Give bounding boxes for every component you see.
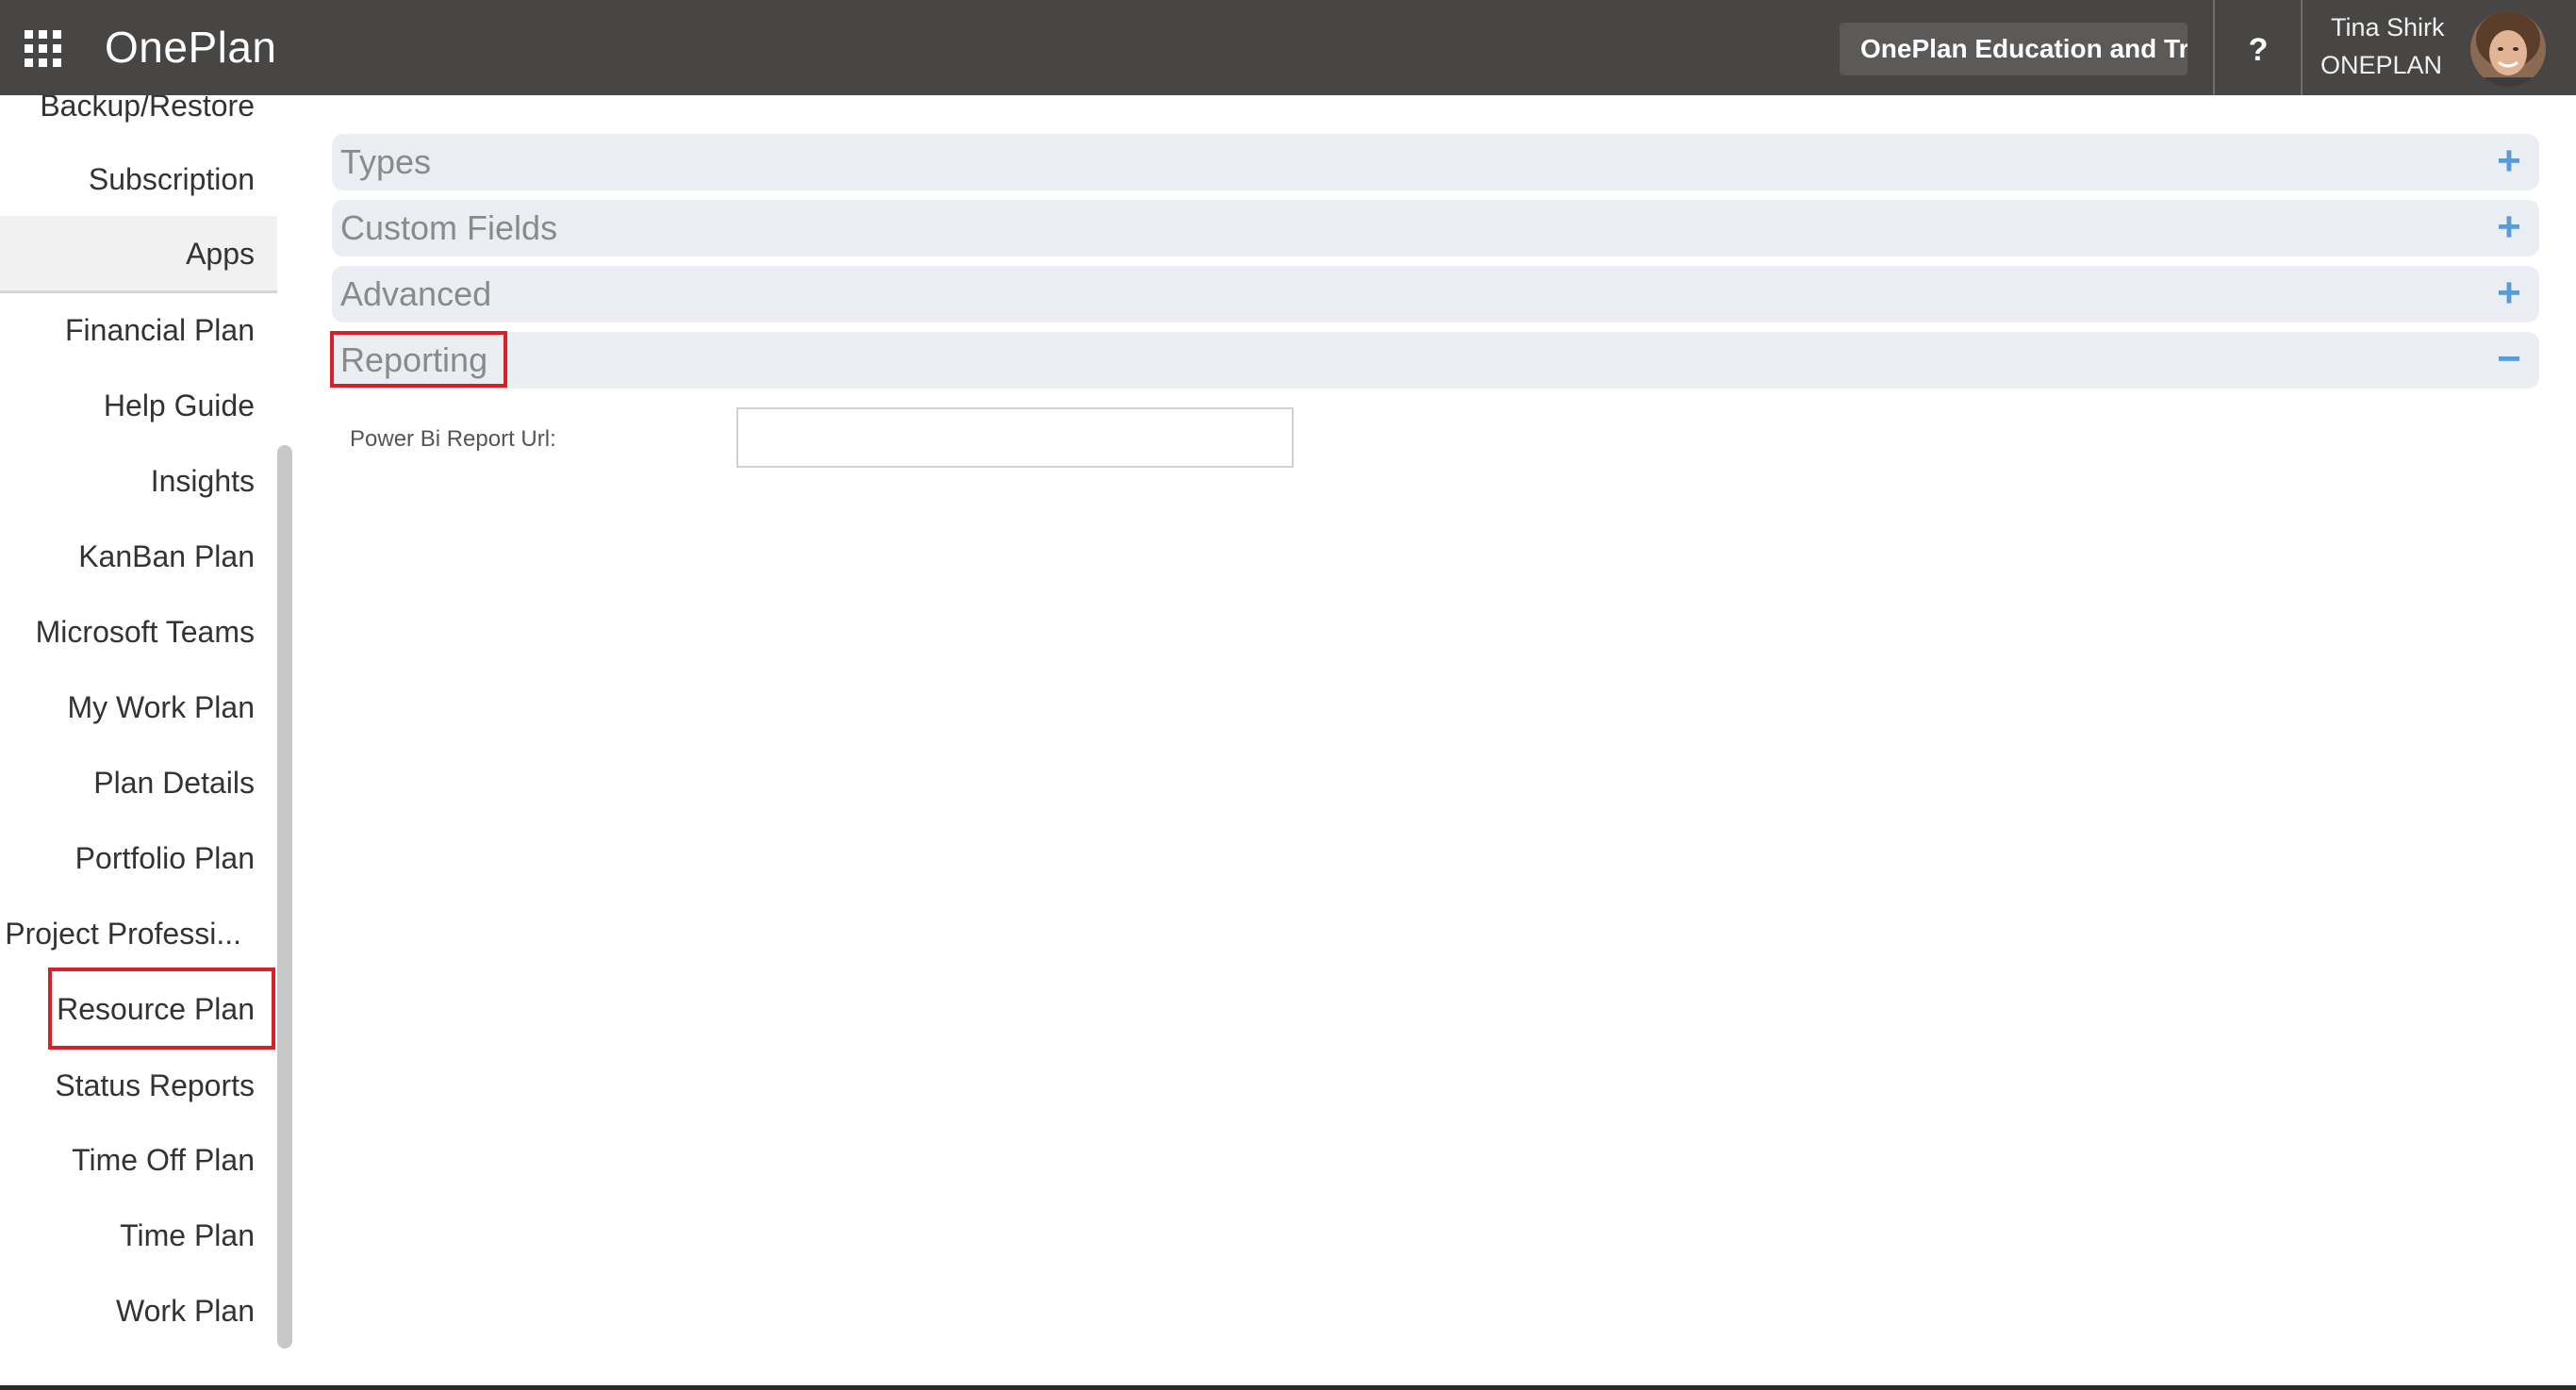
window-bottom-edge (0, 1385, 2576, 1390)
sidebar-item-time-plan[interactable]: Time Plan (120, 1215, 255, 1256)
header-divider (2301, 0, 2303, 95)
power-bi-url-label: Power Bi Report Url: (350, 426, 556, 452)
section-title: Advanced (340, 274, 492, 313)
settings-sidebar: Backup/Restore Subscription Apps Financi… (0, 95, 292, 1390)
avatar[interactable] (2470, 11, 2546, 87)
plus-icon[interactable]: + (2490, 207, 2528, 248)
sidebar-scrollbar[interactable] (277, 445, 292, 1349)
sidebar-item-financial-plan[interactable]: Financial Plan (65, 309, 255, 351)
section-advanced[interactable]: Advanced + (332, 266, 2539, 323)
section-title: Reporting (340, 340, 488, 379)
tenant-switcher-button[interactable]: OnePlan Education and Trai (1840, 23, 2188, 75)
sidebar-item-project-professional[interactable]: Project Professi... (5, 913, 241, 954)
sidebar-item-work-plan[interactable]: Work Plan (116, 1290, 255, 1332)
minus-icon[interactable]: − (2490, 339, 2528, 380)
header-divider (2213, 0, 2215, 95)
sidebar-item-my-work-plan[interactable]: My Work Plan (67, 687, 255, 728)
sidebar-item-help-guide[interactable]: Help Guide (104, 385, 255, 426)
sidebar-item-backup-restore[interactable]: Backup/Restore (40, 95, 255, 126)
section-types[interactable]: Types + (332, 134, 2539, 190)
sidebar-item-status-reports[interactable]: Status Reports (55, 1065, 255, 1106)
power-bi-url-input[interactable] (736, 407, 1294, 468)
top-bar: OnePlan OnePlan Education and Trai ? Tin… (0, 0, 2576, 95)
section-reporting[interactable]: Reporting − (332, 332, 2539, 389)
help-icon[interactable]: ? (2216, 0, 2301, 95)
user-organization: ONEPLAN (2320, 51, 2443, 79)
sidebar-item-time-off-plan[interactable]: Time Off Plan (72, 1139, 255, 1181)
section-title: Types (340, 142, 432, 181)
plus-icon[interactable]: + (2490, 141, 2528, 182)
app-launcher-icon[interactable] (25, 30, 62, 68)
plus-icon[interactable]: + (2490, 273, 2528, 314)
sidebar-item-subscription[interactable]: Subscription (89, 158, 255, 200)
sidebar-item-microsoft-teams[interactable]: Microsoft Teams (36, 611, 255, 653)
app-title[interactable]: OnePlan (105, 21, 277, 74)
sidebar-item-resource-plan[interactable]: Resource Plan (57, 988, 255, 1030)
sidebar-item-kanban-plan[interactable]: KanBan Plan (78, 536, 255, 577)
sidebar-item-portfolio-plan[interactable]: Portfolio Plan (75, 837, 255, 879)
sidebar-item-apps[interactable]: Apps (186, 233, 255, 274)
sidebar-item-insights[interactable]: Insights (151, 460, 255, 502)
section-title: Custom Fields (340, 208, 558, 247)
section-custom-fields[interactable]: Custom Fields + (332, 200, 2539, 256)
user-name[interactable]: Tina Shirk (2331, 9, 2445, 45)
sidebar-item-plan-details[interactable]: Plan Details (93, 762, 255, 803)
